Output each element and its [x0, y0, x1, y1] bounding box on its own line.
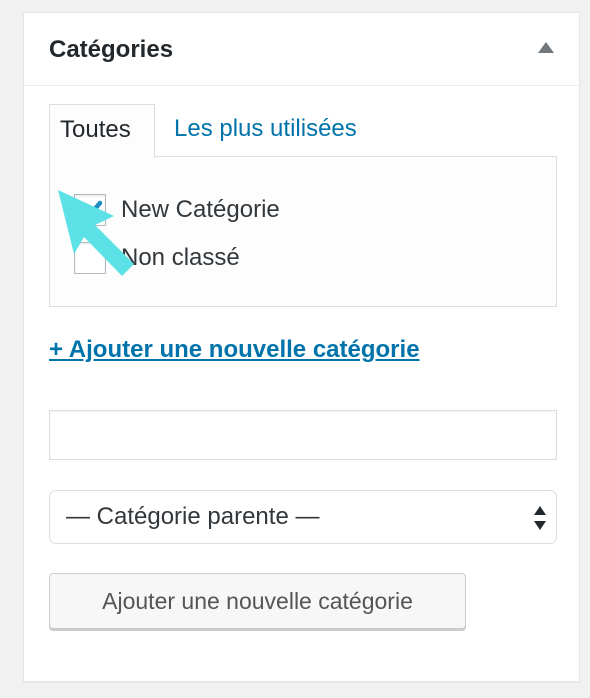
add-new-category-button[interactable]: Ajouter une nouvelle catégorie [49, 573, 466, 629]
panel-title: Catégories [49, 36, 174, 63]
new-category-name-input[interactable] [49, 410, 557, 460]
category-tabs: Toutes Les plus utilisées [49, 104, 556, 158]
tab-les-plus-utilisees[interactable]: Les plus utilisées [164, 104, 367, 156]
cursor-arrow-icon [58, 190, 134, 276]
categories-panel: Catégories Toutes Les plus utilisées New… [23, 12, 580, 682]
add-new-category-link[interactable]: + Ajouter une nouvelle catégorie [49, 336, 420, 364]
parent-category-select[interactable]: — Catégorie parente — [49, 490, 557, 544]
panel-header: Catégories [24, 13, 579, 86]
select-arrows-icon [534, 506, 546, 530]
arrow-up-icon[interactable] [538, 42, 554, 53]
parent-select-value: — Catégorie parente — [66, 503, 320, 530]
tab-toutes[interactable]: Toutes [49, 104, 155, 158]
